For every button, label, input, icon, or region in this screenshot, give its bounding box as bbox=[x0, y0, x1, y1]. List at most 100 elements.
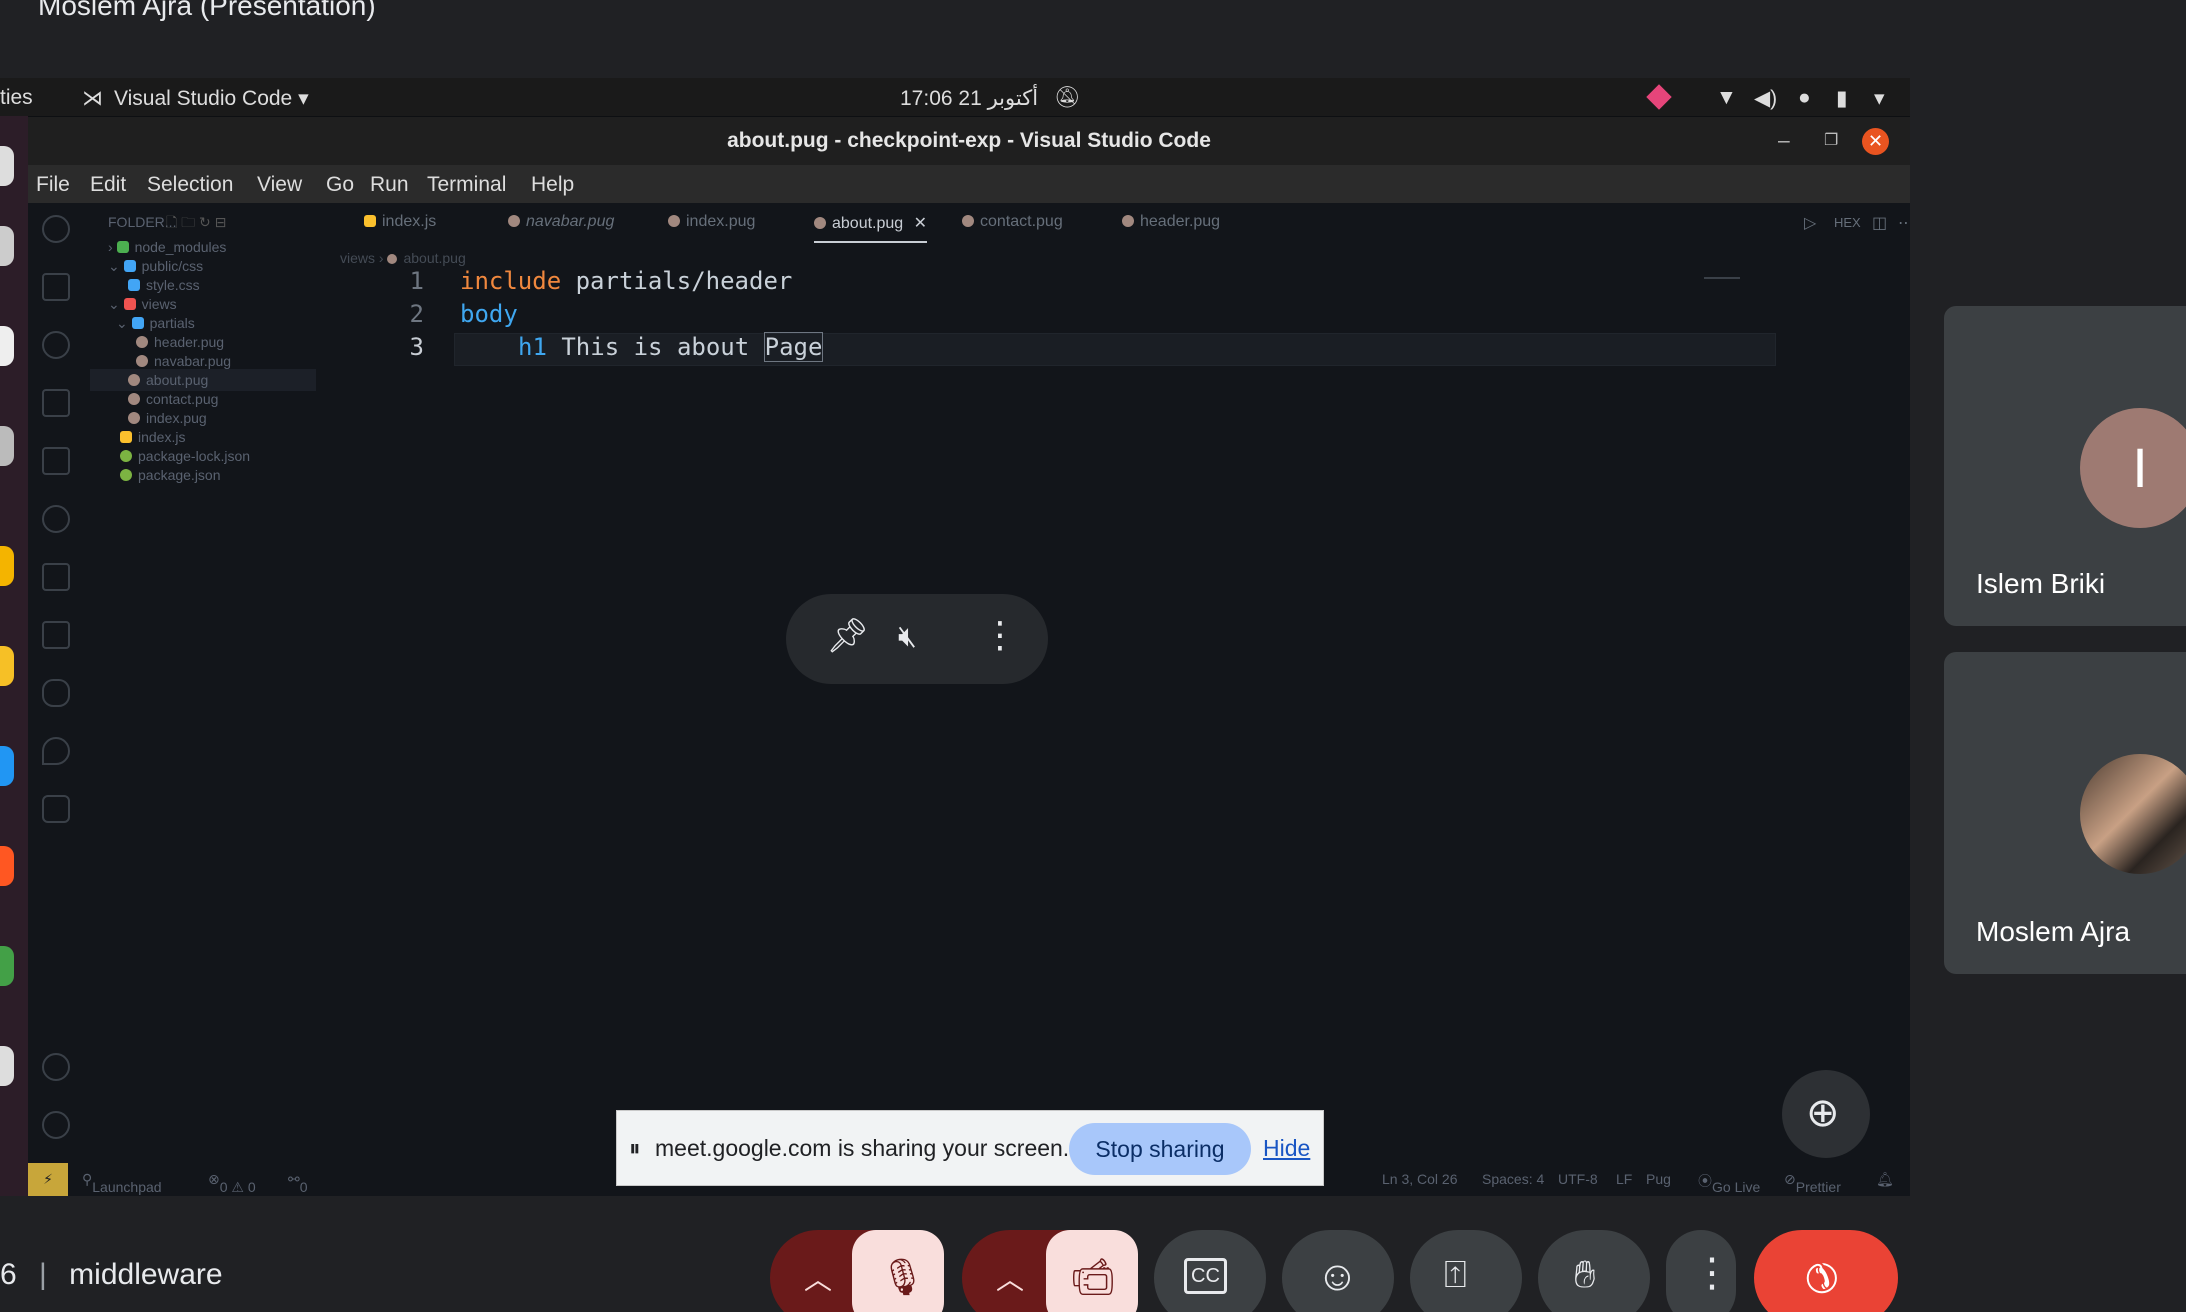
remote-indicator-icon[interactable]: ⚡ bbox=[28, 1163, 68, 1196]
dock-app-icon[interactable] bbox=[0, 846, 14, 886]
close-window-icon[interactable]: ✕ bbox=[1862, 128, 1889, 155]
refresh-icon[interactable]: ↻ bbox=[199, 214, 211, 230]
account-icon[interactable] bbox=[42, 1053, 70, 1081]
app-menu[interactable]: Visual Studio Code ▾ bbox=[114, 86, 309, 111]
tree-item-label: node_modules bbox=[134, 239, 227, 255]
tab-about-pug[interactable]: about.pug ✕ bbox=[814, 213, 928, 243]
prettier-item[interactable]: ⊘ Prettier bbox=[1784, 1171, 1841, 1195]
run-debug-icon[interactable] bbox=[42, 447, 70, 475]
go-live-item[interactable]: ⦿ Go Live bbox=[1698, 1171, 1760, 1195]
menu-selection[interactable]: Selection bbox=[147, 173, 233, 197]
dock-app-icon[interactable] bbox=[0, 946, 14, 986]
breadcrumb-folder[interactable]: views bbox=[340, 250, 375, 266]
pug-file-icon bbox=[814, 217, 826, 229]
tree-item-package-json[interactable]: package.json bbox=[120, 464, 221, 486]
tree-item-label: partials bbox=[149, 315, 195, 331]
menu-run[interactable]: Run bbox=[370, 173, 409, 197]
explorer-icon[interactable] bbox=[42, 273, 70, 301]
meeting-name[interactable]: middleware bbox=[69, 1258, 222, 1291]
timeline-icon[interactable] bbox=[42, 505, 70, 533]
stop-sharing-button[interactable]: Stop sharing bbox=[1069, 1123, 1251, 1175]
dock-app-icon[interactable] bbox=[0, 326, 14, 366]
system-menu-chevron-icon[interactable]: ▾ bbox=[1874, 86, 1885, 111]
menu-terminal[interactable]: Terminal bbox=[427, 173, 506, 197]
minimap[interactable] bbox=[1704, 277, 1740, 287]
notifications-bell-icon[interactable]: 🔔︎ bbox=[1876, 1171, 1894, 1188]
tab-header-pug[interactable]: header.pug bbox=[1122, 213, 1220, 231]
participant-tile[interactable]: Moslem Ajra bbox=[1944, 652, 2186, 974]
docker-icon[interactable] bbox=[42, 795, 70, 823]
tab-contact-pug[interactable]: contact.pug bbox=[962, 213, 1063, 231]
problems-item[interactable]: ⊗ 0 ⚠ 0 bbox=[208, 1171, 256, 1195]
split-editor-icon[interactable]: ◫ bbox=[1872, 213, 1887, 233]
run-icon[interactable]: ▷ bbox=[1804, 213, 1816, 233]
python-icon[interactable] bbox=[42, 679, 70, 707]
more-options-button[interactable]: ⋮ bbox=[1666, 1230, 1736, 1312]
camera-toggle-button[interactable]: 📹︎ bbox=[1046, 1230, 1138, 1312]
presentation-title: Moslem Ajra (Presentation) bbox=[38, 0, 376, 21]
menu-view[interactable]: View bbox=[257, 173, 302, 197]
dock-app-icon[interactable] bbox=[0, 426, 14, 466]
extensions-icon[interactable] bbox=[42, 389, 70, 417]
extension-icon[interactable] bbox=[1646, 84, 1672, 110]
new-file-icon[interactable]: 🗋︎ bbox=[166, 214, 177, 230]
menu-help[interactable]: Help bbox=[531, 173, 574, 197]
more-actions-icon[interactable]: ⋯ bbox=[1898, 213, 1910, 233]
microphone-toggle-button[interactable]: 🎙︎ bbox=[852, 1230, 944, 1312]
mongodb-leaf-icon[interactable] bbox=[42, 737, 70, 765]
dock-app-icon[interactable] bbox=[0, 226, 14, 266]
camera-options-chevron-icon[interactable]: ︿ bbox=[996, 1258, 1024, 1298]
hide-link[interactable]: Hide bbox=[1263, 1135, 1310, 1162]
reactions-button[interactable]: ☺ bbox=[1282, 1230, 1394, 1312]
breadcrumb-file[interactable]: about.pug bbox=[403, 250, 465, 266]
launchpad-item[interactable]: ⚲ Launchpad bbox=[82, 1171, 162, 1195]
dock-vscode-icon[interactable] bbox=[0, 746, 14, 786]
ports-item[interactable]: ⚯ 0 bbox=[288, 1171, 308, 1195]
collapse-icon[interactable]: ⊟ bbox=[215, 214, 227, 230]
zoom-button[interactable]: ⊕ bbox=[1782, 1070, 1870, 1158]
unpin-icon[interactable]: 📌︎ bbox=[826, 616, 869, 656]
folder-icon bbox=[123, 298, 136, 310]
tab-index-pug[interactable]: index.pug bbox=[668, 213, 755, 231]
clock[interactable]: 17:06 21 أكتوبر bbox=[900, 86, 1038, 111]
code-tag: h1 bbox=[518, 333, 547, 361]
search-icon[interactable] bbox=[42, 215, 70, 243]
cursor-position[interactable]: Ln 3, Col 26 bbox=[1382, 1171, 1458, 1187]
wifi-icon[interactable]: ▼ bbox=[1716, 86, 1737, 110]
mute-audio-icon[interactable]: 🔇︎ bbox=[898, 620, 917, 654]
close-tab-icon[interactable]: ✕ bbox=[914, 215, 927, 232]
tab-navabar-pug[interactable]: navabar.pug bbox=[508, 213, 614, 231]
hex-button[interactable]: HEX bbox=[1834, 215, 1861, 230]
menu-edit[interactable]: Edit bbox=[90, 173, 126, 197]
raise-hand-button[interactable]: ✋︎ bbox=[1538, 1230, 1650, 1312]
language-mode[interactable]: Pug bbox=[1646, 1171, 1671, 1187]
mic-options-chevron-icon[interactable]: ︿ bbox=[804, 1258, 832, 1298]
more-options-icon[interactable]: ⋮ bbox=[982, 614, 1018, 656]
remote-explorer-icon[interactable] bbox=[42, 621, 70, 649]
dock-app-icon[interactable] bbox=[0, 146, 14, 186]
minimize-icon[interactable]: – bbox=[1778, 117, 1790, 165]
present-button[interactable]: ⍐ bbox=[1410, 1230, 1522, 1312]
tab-index-js[interactable]: index.js bbox=[364, 213, 436, 231]
leave-call-button[interactable]: ✆ bbox=[1754, 1230, 1898, 1312]
source-control-icon[interactable] bbox=[42, 331, 70, 359]
dock-app-icon[interactable] bbox=[0, 646, 14, 686]
menu-file[interactable]: File bbox=[36, 173, 70, 197]
new-folder-icon[interactable]: 🗀︎ bbox=[181, 214, 195, 230]
battery-icon[interactable]: ▮ bbox=[1836, 86, 1848, 111]
dock-app-icon[interactable] bbox=[0, 546, 14, 586]
volume-icon[interactable]: ◀) bbox=[1754, 86, 1777, 111]
gear-icon[interactable] bbox=[42, 1111, 70, 1139]
indentation[interactable]: Spaces: 4 bbox=[1482, 1171, 1544, 1187]
microphone-icon[interactable]: ● bbox=[1798, 86, 1811, 110]
restore-icon[interactable]: ❐ bbox=[1824, 117, 1838, 165]
code-editor[interactable]: 1 2 3 include partials/header body h1 Th… bbox=[354, 267, 1794, 1147]
eol[interactable]: LF bbox=[1616, 1171, 1632, 1187]
book-icon[interactable] bbox=[42, 563, 70, 591]
captions-button[interactable]: CC bbox=[1154, 1230, 1266, 1312]
activities-label[interactable]: ties bbox=[0, 86, 33, 110]
participant-tile[interactable]: I Islem Briki bbox=[1944, 306, 2186, 626]
encoding[interactable]: UTF-8 bbox=[1558, 1171, 1598, 1187]
dock-app-icon[interactable] bbox=[0, 1046, 14, 1086]
menu-go[interactable]: Go bbox=[326, 173, 354, 197]
